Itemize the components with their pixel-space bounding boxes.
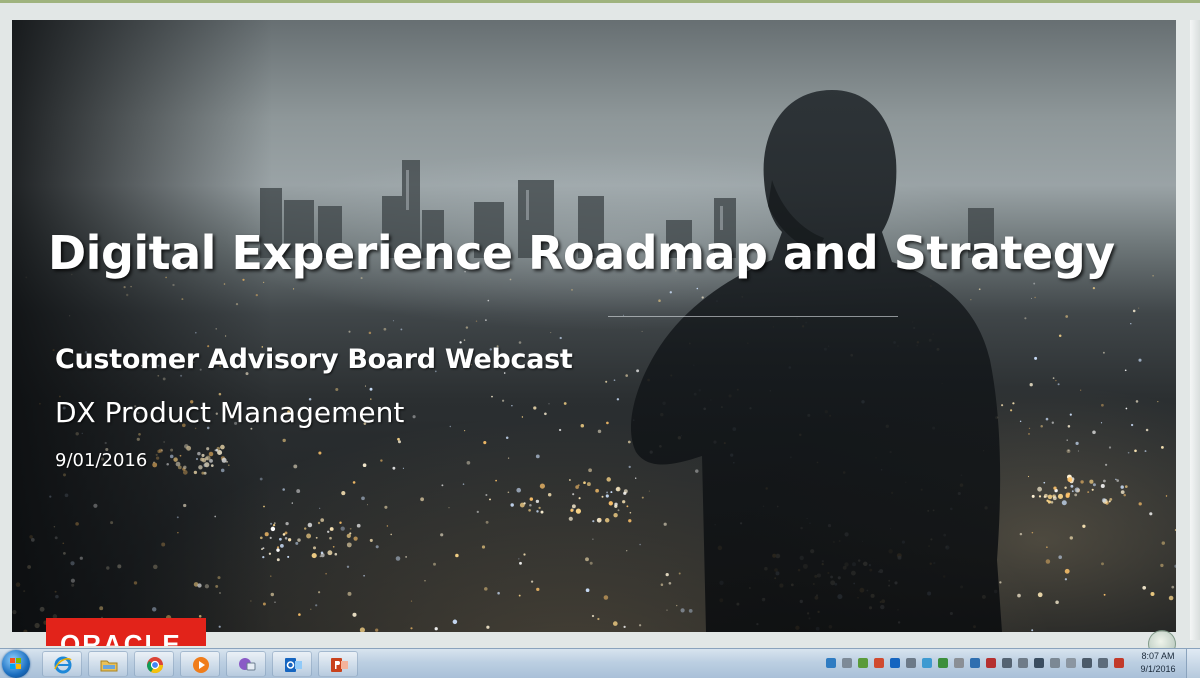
slide-title: Digital Experience Roadmap and Strategy (48, 226, 1115, 280)
clock-time[interactable]: 8:07 AM (1138, 651, 1178, 661)
tray-alert-icon[interactable] (874, 658, 884, 668)
outlook-icon (285, 658, 302, 672)
internet-explorer-icon (54, 656, 72, 674)
tray-display-icon[interactable] (1034, 658, 1044, 668)
tray-signal-icon[interactable] (1098, 658, 1108, 668)
chat-icon (239, 658, 256, 671)
taskbar-media-player[interactable] (180, 651, 220, 677)
taskbar-powerpoint[interactable] (318, 651, 358, 677)
tray-flag-icon[interactable] (1050, 658, 1060, 668)
oracle-logo: ORACLE (46, 618, 206, 646)
powerpoint-icon (331, 658, 348, 672)
tray-chat-icon[interactable] (1002, 658, 1012, 668)
tray-outlook-icon[interactable] (890, 658, 900, 668)
media-player-icon (193, 657, 209, 673)
slide[interactable]: Digital Experience Roadmap and Strategy … (12, 20, 1176, 632)
show-desktop-button[interactable] (1186, 649, 1200, 678)
tray-network-icon[interactable] (826, 658, 836, 668)
tray-monitor-icon[interactable] (1018, 658, 1028, 668)
tray-sync-icon[interactable] (922, 658, 932, 668)
oracle-logo-text: ORACLE (60, 629, 182, 646)
tray-volume-muted-icon[interactable] (1114, 658, 1124, 668)
taskbar: 8:07 AM 9/1/2016 (0, 648, 1200, 678)
tray-power-icon[interactable] (1066, 658, 1076, 668)
taskbar-internet-explorer[interactable] (42, 651, 82, 677)
clock-date[interactable]: 9/1/2016 (1136, 664, 1180, 674)
tray-speaker-icon[interactable] (1082, 658, 1092, 668)
slide-date: 9/01/2016 (55, 450, 148, 471)
system-tray (820, 652, 1140, 676)
slide-team: DX Product Management (55, 396, 405, 429)
screen: Digital Experience Roadmap and Strategy … (0, 0, 1200, 678)
taskbar-chat[interactable] (226, 651, 266, 677)
folder-icon (100, 660, 118, 672)
tray-mail-icon[interactable] (842, 658, 852, 668)
tray-security-icon[interactable] (938, 658, 948, 668)
tray-bluetooth-icon[interactable] (970, 658, 980, 668)
taskbar-outlook[interactable] (272, 651, 312, 677)
taskbar-chrome[interactable] (134, 651, 174, 677)
tray-shield-icon[interactable] (986, 658, 996, 668)
businessman-silhouette (630, 90, 1002, 632)
taskbar-windows-explorer[interactable] (88, 651, 128, 677)
title-divider (608, 316, 898, 317)
tray-settings-icon[interactable] (954, 658, 964, 668)
windows-logo-icon (10, 658, 21, 669)
tray-device-icon[interactable] (906, 658, 916, 668)
tray-update-icon[interactable] (858, 658, 868, 668)
window-right-edge (1190, 20, 1200, 640)
slide-subtitle: Customer Advisory Board Webcast (55, 344, 573, 375)
chrome-icon (146, 657, 164, 674)
start-button[interactable] (2, 650, 30, 678)
